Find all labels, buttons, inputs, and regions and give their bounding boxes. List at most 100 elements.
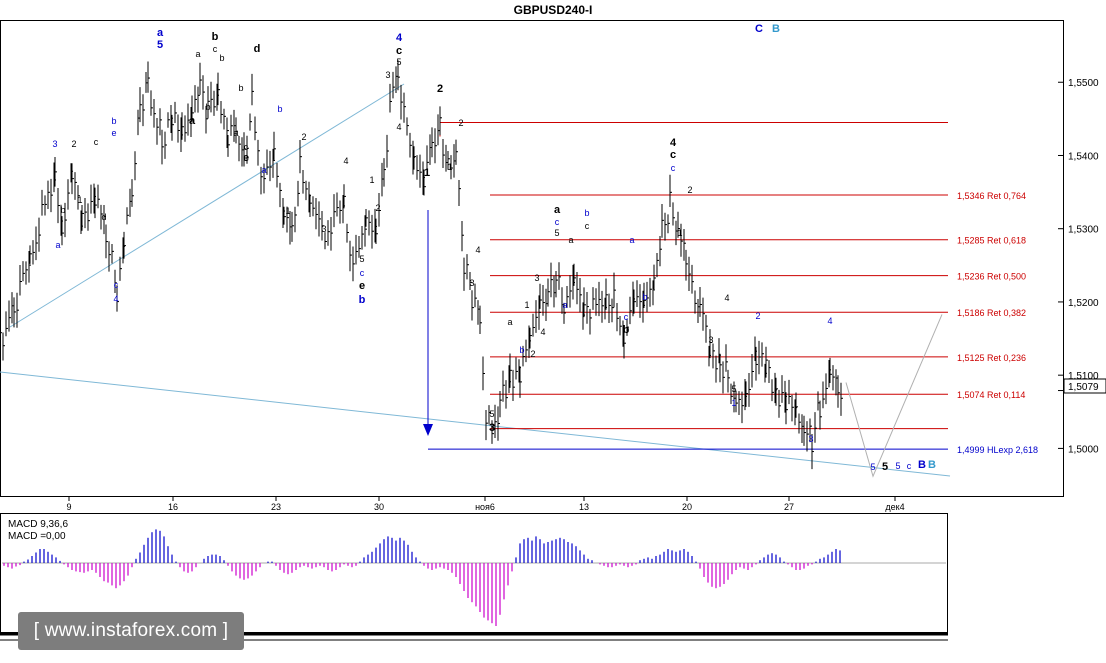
wave-label: e — [111, 128, 116, 138]
wave-label: B — [918, 459, 926, 471]
wave-label: b — [623, 324, 630, 336]
wave-label: a — [562, 300, 567, 310]
x-tick-label: 20 — [682, 502, 692, 512]
fib-level-label: 1,5125 Ret 0,236 — [957, 353, 1026, 363]
x-tick-label: ноя6 — [475, 502, 495, 512]
wave-label: 5 — [731, 384, 736, 394]
wave-label: c — [114, 280, 119, 290]
wave-label: 5 — [396, 57, 401, 67]
wave-label: b — [60, 205, 65, 215]
y-axis: 1,55001,54001,53001,52001,51001,5000 — [1058, 78, 1099, 455]
wave-label: c — [244, 142, 249, 152]
wave-label: a — [568, 235, 573, 245]
wave-label: 4 — [724, 293, 729, 303]
wave-label: a — [629, 235, 634, 245]
wave-label: c — [555, 217, 560, 227]
y-tick-label: 1,5300 — [1068, 225, 1099, 236]
main-plot-frame — [0, 20, 1064, 497]
wave-label: a — [261, 165, 266, 175]
wave-label: b — [642, 292, 647, 302]
wave-label: c — [907, 461, 912, 471]
fib-level-label: 1,5346 Ret 0,764 — [957, 191, 1026, 201]
x-tick-label: дек4 — [885, 502, 904, 512]
wave-label: 3 — [52, 139, 57, 149]
wave-label: b — [238, 83, 243, 93]
wave-label: 4 — [827, 316, 832, 326]
wave-label: 1 — [424, 167, 430, 179]
y-tick-label: 1,5000 — [1068, 444, 1099, 455]
wave-label: 5 — [870, 462, 875, 472]
wave-label: b — [277, 104, 282, 114]
wave-label: b — [219, 53, 224, 63]
wave-label: 4 — [113, 294, 118, 304]
x-tick-label: 23 — [271, 502, 281, 512]
wave-label: 2 — [530, 349, 535, 359]
wave-label: 2 — [375, 203, 380, 213]
wave-label: c — [670, 149, 676, 161]
wave-label: a — [507, 317, 512, 327]
wave-label: 1 — [285, 206, 290, 216]
wave-label: a — [233, 128, 238, 138]
wave-label: 5 — [882, 461, 888, 473]
wave-label: b — [519, 345, 524, 355]
wave-label: d — [254, 43, 261, 55]
wave-label: a — [554, 204, 561, 216]
wave-label: c — [94, 137, 99, 147]
wave-label: 4 — [670, 137, 677, 149]
wave-label: 2 — [755, 311, 760, 321]
x-tick-label: 16 — [168, 502, 178, 512]
wave-label: 1 — [524, 300, 529, 310]
wave-label: e — [359, 280, 365, 292]
wave-label: b — [111, 116, 116, 126]
wave-label: a — [55, 240, 60, 250]
wave-label: 4 — [540, 327, 545, 337]
wave-label: 2 — [71, 139, 76, 149]
x-tick-label: 13 — [579, 502, 589, 512]
wave-label: 2 — [687, 185, 692, 195]
wave-label: a — [157, 27, 164, 39]
wave-label: 2 — [437, 83, 443, 95]
wave-label: 3 — [808, 434, 813, 444]
x-axis: 9 16 23 30 ноя6 13 20 27 дек4 — [66, 496, 905, 512]
wave-label: B — [928, 459, 936, 471]
wave-label: 3 — [469, 278, 474, 288]
wave-label: 4 — [396, 122, 401, 132]
wave-label: 1 — [731, 398, 736, 408]
wave-label: 1 — [77, 195, 82, 205]
wave-label: c — [624, 312, 629, 322]
wave-label: a — [189, 115, 196, 127]
wave-label: c — [213, 44, 218, 54]
chart-stage: GBPUSD240-I 1,5346 Ret 0,764 1,5285 Ret 0… — [0, 3, 1106, 641]
wave-label: b — [212, 31, 219, 43]
wave-label: 3 — [489, 422, 495, 434]
wave-label: 3 — [708, 335, 713, 345]
wave-label: 5 — [157, 39, 163, 51]
macd-label-params: MACD 9,36,6 — [8, 519, 68, 530]
wave-label: b — [205, 102, 210, 112]
wave-label: 1 — [369, 175, 374, 185]
watermark-instaforex: [ www.instaforex.com ] — [18, 612, 244, 650]
fib-level-label: 1,5074 Ret 0,114 — [957, 390, 1025, 400]
chart-title: GBPUSD240-I — [514, 3, 593, 17]
wave-label: 5 — [489, 409, 494, 419]
wave-label: e — [243, 152, 249, 164]
wave-label: c — [585, 221, 590, 231]
wave-label: 4 — [343, 156, 348, 166]
wave-label: 2 — [458, 118, 463, 128]
wave-label: b — [584, 208, 589, 218]
fib-level-label: 1,5236 Ret 0,500 — [957, 272, 1026, 282]
fib-level-label: 1,5186 Ret 0,382 — [957, 308, 1026, 318]
wave-label: c — [396, 45, 402, 57]
macd-label-value: MACD =0,00 — [8, 531, 66, 542]
y-tick-label: 1,5400 — [1068, 151, 1099, 162]
wave-label: 5 — [359, 254, 364, 264]
y-tick-label: 1,5200 — [1068, 298, 1099, 309]
target-level-label: 1,4999 HLexp 2,618 — [957, 445, 1038, 455]
wave-label: c — [671, 163, 676, 173]
wave-label: C — [755, 23, 763, 35]
wave-label: 5 — [554, 228, 559, 238]
wave-label: 1 — [677, 228, 682, 238]
wave-label: 2 — [301, 132, 306, 142]
wave-label: 3 — [321, 224, 326, 234]
y-tick-label: 1,5500 — [1068, 78, 1099, 89]
